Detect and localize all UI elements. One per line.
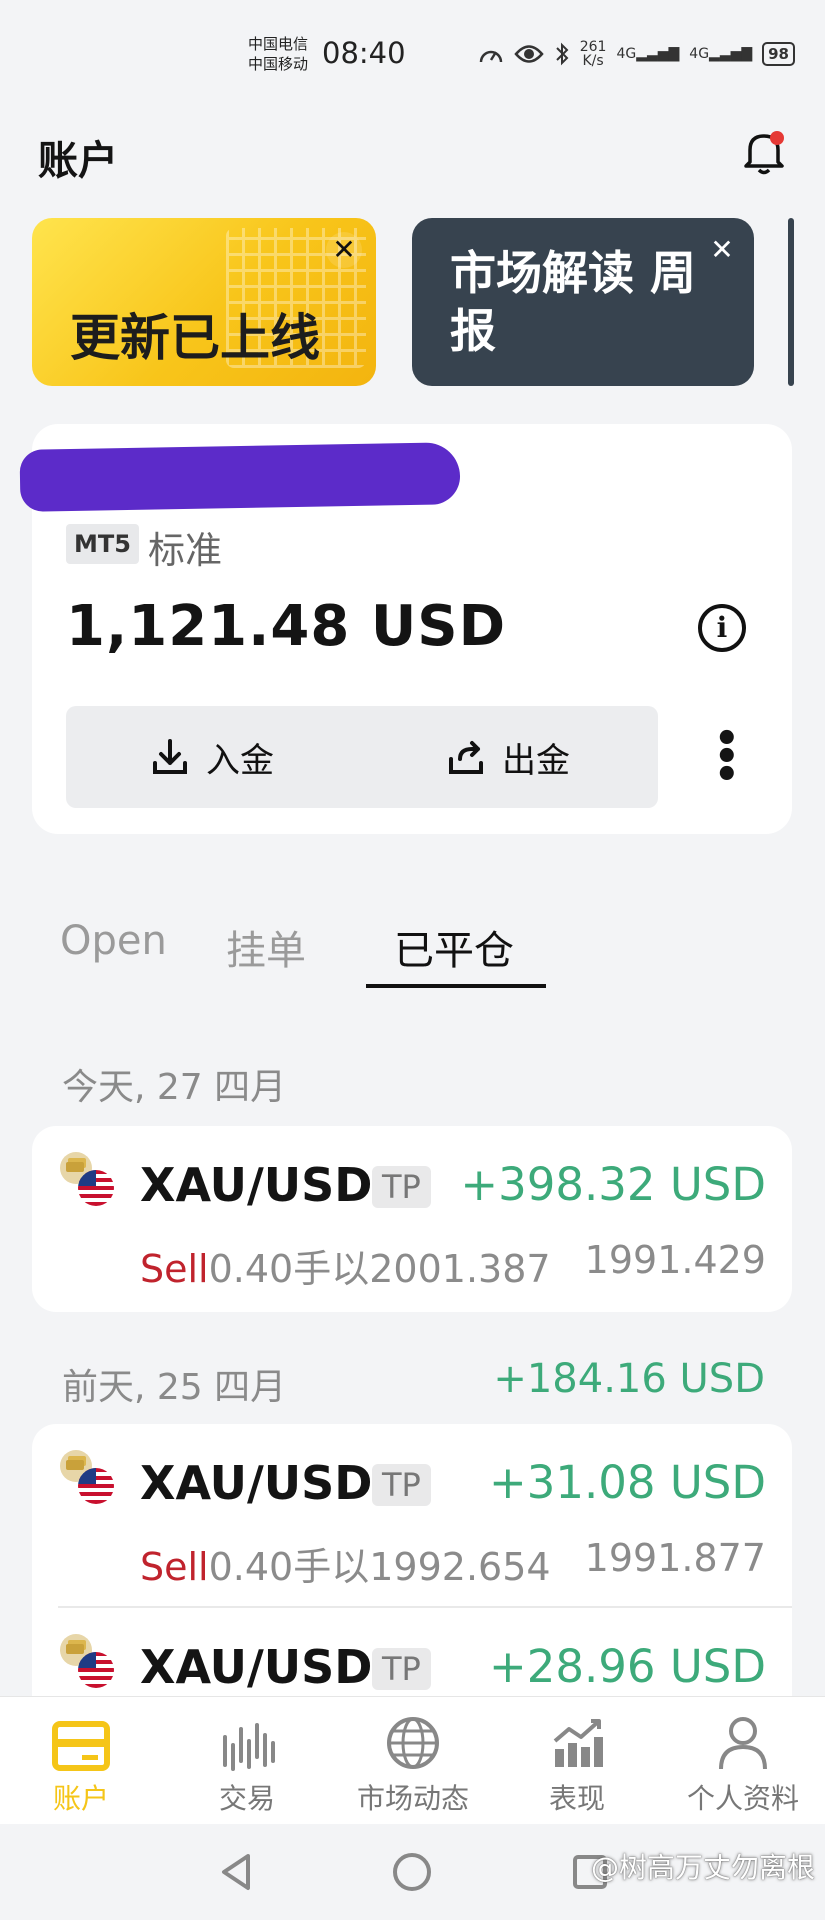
eye-icon xyxy=(514,45,544,63)
signal-icon: 4G▂▃▅▇ xyxy=(689,46,753,62)
account-type: 标准 xyxy=(148,529,222,572)
banner-update[interactable]: 更新已上线 ✕ xyxy=(32,218,376,386)
nav-label: 个人资料 xyxy=(686,1782,799,1815)
back-icon[interactable] xyxy=(218,1852,254,1892)
bars-icon xyxy=(223,1723,275,1771)
share-out-icon xyxy=(449,741,483,774)
chart-icon xyxy=(553,1719,603,1767)
trade-group-card: XAU/USD TP +398.32 USD Sell0.40手以2001.38… xyxy=(32,1126,792,1312)
banner-market-weekly[interactable]: 市场解读 周报 ✕ xyxy=(412,218,754,386)
more-options-icon[interactable]: • • • xyxy=(714,719,740,795)
trade-row[interactable]: XAU/USD TP +31.08 USD Sell0.40手以1992.654… xyxy=(32,1424,792,1608)
system-nav-bar: @树高万丈勿离根 xyxy=(0,1824,825,1920)
withdraw-button[interactable]: 出金 xyxy=(446,728,570,786)
date-header: 今天, 27 四月 xyxy=(62,1067,287,1108)
trade-symbol: XAU/USD xyxy=(140,1456,373,1510)
trade-open-info: 0.40手以1992.654 xyxy=(208,1545,551,1589)
close-icon[interactable]: ✕ xyxy=(326,232,362,268)
signal-label-2: 4G xyxy=(689,46,710,62)
trade-pnl: +28.96 USD xyxy=(489,1640,766,1693)
trade-symbol: XAU/USD xyxy=(140,1158,373,1212)
nav-performance[interactable]: 表现 xyxy=(502,1711,652,1817)
tp-badge: TP xyxy=(372,1464,431,1506)
status-icons: 261 K/s 4G▂▃▅▇ 4G▂▃▅▇ 98 xyxy=(478,40,795,68)
tab-closed[interactable]: 已平仓 xyxy=(394,918,514,976)
net-speed-unit: K/s xyxy=(582,53,604,69)
tp-badge: TP xyxy=(372,1166,431,1208)
carrier-names: 中国电信 中国移动 xyxy=(248,34,308,74)
watermark: @树高万丈勿离根 xyxy=(590,1851,815,1884)
trade-side: Sell xyxy=(140,1545,209,1589)
account-balance: 1,121.48 USD xyxy=(66,594,507,659)
xau-usd-flag-icon xyxy=(60,1450,116,1506)
trade-pnl: +31.08 USD xyxy=(489,1456,766,1509)
battery-icon: 98 xyxy=(762,42,795,66)
carrier-1: 中国电信 xyxy=(248,35,309,53)
page-title: 账户 xyxy=(38,138,118,184)
net-speed-value: 261 xyxy=(579,39,607,55)
xau-usd-flag-icon xyxy=(60,1152,116,1208)
trade-close-price: 1991.877 xyxy=(584,1536,766,1580)
tp-badge: TP xyxy=(372,1648,431,1690)
globe-icon xyxy=(387,1717,439,1769)
person-icon xyxy=(719,1717,767,1770)
notification-bell-icon[interactable] xyxy=(742,128,786,176)
deposit-label: 入金 xyxy=(206,740,274,781)
trade-detail: Sell0.40手以2001.387 xyxy=(140,1238,551,1293)
deposit-button[interactable]: 入金 xyxy=(150,728,274,786)
close-icon[interactable]: ✕ xyxy=(704,232,740,268)
speed-icon xyxy=(479,50,502,63)
trade-side: Sell xyxy=(140,1247,209,1291)
tab-pending[interactable]: 挂单 xyxy=(226,918,306,976)
trade-close-price: 1991.429 xyxy=(584,1238,766,1282)
account-card[interactable]: MT5 标准 1,121.48 USD i 入金 出金 • • • xyxy=(19,424,792,834)
status-time: 08:40 xyxy=(322,36,406,70)
trade-symbol: XAU/USD xyxy=(140,1640,373,1694)
bluetooth-icon xyxy=(555,42,569,66)
trade-pnl: +398.32 USD xyxy=(460,1158,766,1211)
trade-detail: Sell0.40手以1992.654 xyxy=(140,1536,551,1591)
fund-actions: 入金 出金 xyxy=(66,706,658,808)
platform-badge: MT5 xyxy=(66,524,139,564)
nav-profile[interactable]: 个人资料 xyxy=(668,1711,818,1817)
banner-update-text: 更新已上线 xyxy=(70,309,320,367)
xau-usd-flag-icon xyxy=(60,1634,116,1690)
bottom-nav: 账户 交易 市场动态 表现 个人资料 xyxy=(0,1696,825,1825)
date-header: 前天, 25 四月 xyxy=(62,1367,287,1408)
nav-account[interactable]: 账户 xyxy=(6,1711,156,1817)
withdraw-label: 出金 xyxy=(502,740,570,781)
nav-trade[interactable]: 交易 xyxy=(172,1711,322,1817)
home-icon[interactable] xyxy=(392,1852,432,1892)
trade-open-info: 0.40手以2001.387 xyxy=(208,1247,551,1291)
nav-label: 表现 xyxy=(548,1782,605,1815)
signal-icon: 4G▂▃▅▇ xyxy=(616,46,680,62)
net-speed: 261 K/s xyxy=(580,40,607,68)
banner-next-peek[interactable] xyxy=(788,218,794,386)
nav-label: 市场动态 xyxy=(356,1782,469,1815)
redaction-scribble xyxy=(19,442,461,512)
carrier-2: 中国移动 xyxy=(248,55,309,73)
download-icon xyxy=(153,739,187,774)
signal-label-1: 4G xyxy=(616,46,637,62)
active-tab-indicator xyxy=(366,984,546,988)
info-icon[interactable]: i xyxy=(698,604,746,652)
nav-market[interactable]: 市场动态 xyxy=(338,1711,488,1817)
banner-market-weekly-text: 市场解读 周报 xyxy=(450,246,697,358)
trade-row[interactable]: XAU/USD TP +398.32 USD Sell0.40手以2001.38… xyxy=(32,1126,792,1308)
nav-label: 账户 xyxy=(52,1782,109,1815)
day-total-pnl: +184.16 USD xyxy=(493,1356,765,1402)
wallet-icon xyxy=(52,1721,110,1771)
tab-open[interactable]: Open xyxy=(60,918,167,964)
status-bar: 中国电信 中国移动 08:40 261 K/s 4G▂▃▅▇ 4G▂▃▅▇ 98 xyxy=(0,0,825,110)
nav-label: 交易 xyxy=(218,1782,275,1815)
